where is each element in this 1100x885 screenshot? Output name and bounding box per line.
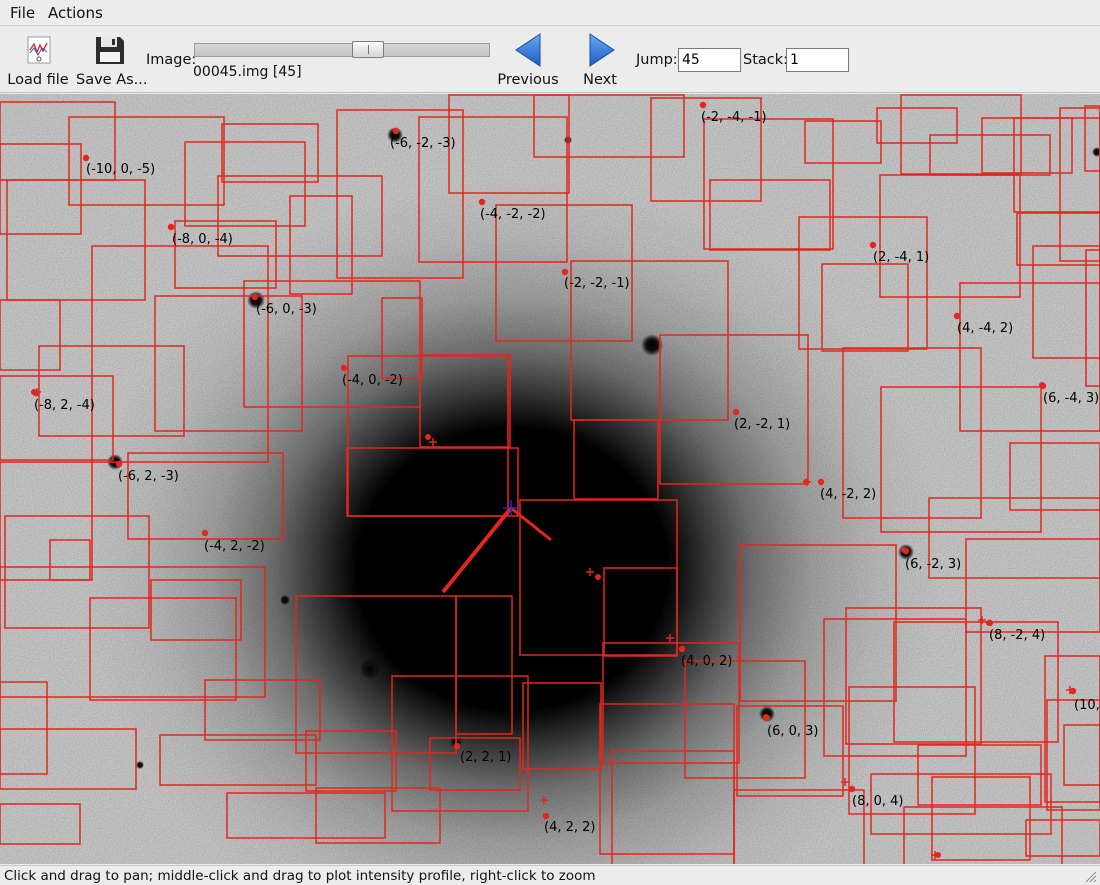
hkl-label: (8, -2, 4) <box>989 628 1045 643</box>
reflection-marker <box>678 645 686 653</box>
centroid-marker <box>425 434 431 440</box>
hkl-label: (2, 2, 1) <box>460 750 512 765</box>
image-name: 00045.img [45] <box>193 64 302 80</box>
hkl-label: (-2, -2, -1) <box>564 276 630 291</box>
hkl-label: (2, -2, 1) <box>734 417 790 432</box>
hkl-label: (-4, -2, -2) <box>480 207 546 222</box>
stack-label: Stack: <box>743 52 789 68</box>
reflection-marker <box>869 241 877 249</box>
jump-input[interactable] <box>678 48 741 72</box>
resize-grip-icon[interactable] <box>1083 869 1097 883</box>
diffraction-image: (-2, -4, -1) (-6, -2, -3) (-10, 0, -5) (-4,… <box>0 94 1100 864</box>
centroid-marker <box>1039 382 1045 388</box>
bright-spot <box>280 595 290 605</box>
reflection-marker <box>392 127 400 135</box>
left-arrow-icon <box>515 33 541 67</box>
status-text: Click and drag to pan; middle-click and … <box>4 868 596 884</box>
next-label: Next <box>583 72 617 88</box>
image-label: Image: <box>146 52 197 68</box>
menu-bar: File Actions <box>0 0 1100 26</box>
hkl-label: (6, 0, 3) <box>767 724 819 739</box>
toolbar: Load file Save As... Image: 00045.img [4… <box>0 27 1100 93</box>
centroid-marker <box>901 547 907 553</box>
reflection-marker <box>453 742 461 750</box>
hkl-label: (8, 0, 4) <box>852 794 904 809</box>
hkl-label: (4, -4, 2) <box>957 321 1013 336</box>
centroid-marker <box>763 714 769 720</box>
reflection-marker <box>340 364 348 372</box>
centroid-marker <box>595 574 601 580</box>
hkl-label: (-8, 2, -4) <box>34 398 95 413</box>
reflection-marker <box>1069 687 1077 695</box>
hkl-label: (4, -2, 2) <box>820 487 876 502</box>
previous-label: Previous <box>497 72 559 88</box>
bright-spot <box>136 761 144 769</box>
save-as-label: Save As... <box>76 72 148 88</box>
centroid-marker <box>986 620 992 626</box>
reflection-marker <box>115 460 123 468</box>
hkl-label: (6, -4, 3) <box>1043 391 1099 406</box>
reflection-marker <box>201 529 209 537</box>
load-file-button[interactable]: Load file <box>4 30 72 90</box>
reflection-marker <box>732 408 740 416</box>
reflection-marker <box>699 101 707 109</box>
hkl-label: (6, -2, 3) <box>905 557 961 572</box>
menu-file[interactable]: File <box>10 4 35 22</box>
hkl-label: (-6, -2, -3) <box>390 136 456 151</box>
reflection-marker <box>478 198 486 206</box>
next-button[interactable]: Next <box>572 30 628 90</box>
reflection-marker <box>167 223 175 231</box>
bright-spot <box>360 659 380 679</box>
status-bar: Click and drag to pan; middle-click and … <box>0 865 1100 885</box>
hkl-label: (2, -4, 1) <box>873 250 929 265</box>
hkl-label: (-10, 0, -5) <box>86 162 155 177</box>
hkl-label: (-6, 2, -3) <box>118 469 179 484</box>
stack-input[interactable] <box>786 48 849 72</box>
reflection-marker <box>953 312 961 320</box>
hkl-label: (-8, 0, -4) <box>172 232 233 247</box>
image-slider-thumb[interactable] <box>352 41 385 58</box>
hkl-label: (-4, 2, -2) <box>204 539 265 554</box>
reflection-marker <box>251 293 259 301</box>
image-slider[interactable] <box>194 43 490 57</box>
centroid-marker <box>849 786 855 792</box>
hkl-label: (4, 0, 2) <box>681 654 733 669</box>
hkl-label: (-6, 0, -3) <box>256 302 317 317</box>
reflection-marker <box>542 812 550 820</box>
reflection-marker <box>82 154 90 162</box>
reflection-marker <box>817 478 825 486</box>
hkl-label: (-4, 0, -2) <box>342 373 403 388</box>
bright-spot <box>564 136 572 144</box>
hkl-label: (4, 2, 2) <box>544 820 596 835</box>
reflection-marker <box>561 268 569 276</box>
floppy-disk-icon <box>96 37 124 64</box>
right-arrow-icon <box>589 33 615 67</box>
previous-button[interactable]: Previous <box>496 30 560 90</box>
save-as-button[interactable]: Save As... <box>76 30 148 90</box>
jump-label: Jump: <box>636 52 678 68</box>
load-file-label: Load file <box>7 72 69 88</box>
chart-file-icon <box>27 36 51 64</box>
hkl-label: (-2, -4, -1) <box>701 110 767 125</box>
menu-actions[interactable]: Actions <box>48 4 103 22</box>
diffraction-image-viewport[interactable]: (-2, -4, -1) (-6, -2, -3) (-10, 0, -5) (-4,… <box>0 94 1100 864</box>
hkl-label: (10, <box>1074 698 1100 713</box>
